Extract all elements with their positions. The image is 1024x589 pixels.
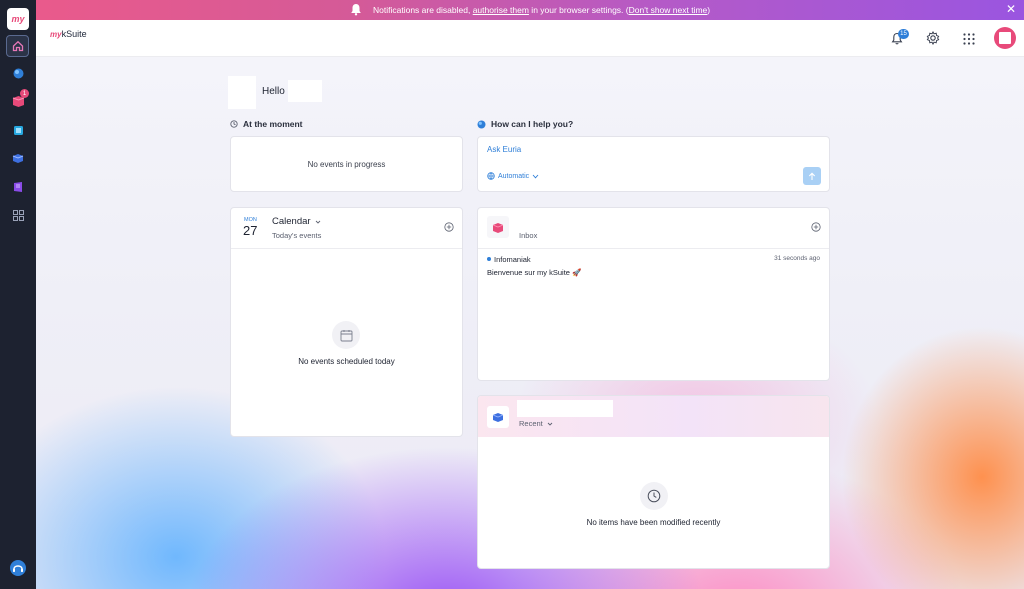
globe-icon [487,172,495,180]
mail-subject: Bienvenue sur my kSuite 🚀 [487,268,582,277]
drive-card: Recent No items have been modified recen… [477,395,830,569]
chevron-down-icon [315,220,320,224]
arrow-up-icon [808,172,816,180]
notification-banner: Notifications are disabled, authorise th… [0,0,1024,20]
clock-icon [647,489,661,503]
unread-dot [487,257,491,261]
mail-subtitle: Inbox [519,231,538,240]
calendar-day: 27 [243,223,258,238]
calendar-subtitle: Today's events [272,231,322,240]
apps-grid-icon [963,33,975,45]
user-name-placeholder [288,80,322,102]
send-button[interactable] [803,167,821,185]
calendar-title-dropdown[interactable]: Calendar [272,216,321,227]
ask-euria-input[interactable]: Ask Euria [487,145,521,154]
mail-time: 31 seconds ago [774,255,820,262]
banner-text: Notifications are disabled, [373,5,473,15]
drive-name-placeholder [517,400,613,417]
at-the-moment-card: No events in progress [230,136,463,192]
mode-select[interactable]: Automatic [487,172,539,180]
sidebar-item-support[interactable] [8,558,28,578]
home-icon [12,40,23,52]
mailbox-name-placeholder [517,211,637,225]
notifications-button[interactable]: 15 [891,29,909,46]
gear-icon [926,30,940,46]
sidebar: my 1 [0,0,36,589]
euria-icon [13,68,23,78]
no-events-scheduled: No events scheduled today [298,357,395,366]
notification-badge: 15 [898,29,909,39]
sidebar-item-drive[interactable] [8,148,28,168]
sidebar-item-euria[interactable] [8,63,28,83]
chevron-down-icon [532,174,539,178]
sidebar-item-office[interactable] [8,177,28,197]
assistant-card: Ask Euria Automatic [477,136,830,192]
avatar[interactable] [994,27,1016,49]
drive-empty-icon [640,482,668,510]
at-the-moment-section-title: At the moment [230,119,303,129]
clock-icon [230,120,238,128]
banner-message: Notifications are disabled, authorise th… [373,5,710,15]
mail-icon [492,222,504,233]
no-items-modified: No items have been modified recently [586,518,721,527]
assistant-section-title: How can I help you? [477,119,573,129]
add-event-icon[interactable] [444,222,454,232]
drive-view-dropdown[interactable]: Recent [519,419,553,428]
drive-subtitle: Recent [519,419,543,428]
chat-icon [13,125,23,135]
mode-label: Automatic [498,172,530,180]
top-header: mykSuite 15 [36,20,1024,57]
avatar-image [999,32,1011,44]
no-events-in-progress: No events in progress [307,160,386,169]
calendar-icon [340,329,352,341]
sidebar-item-all-apps[interactable] [8,205,28,225]
mail-sender: Infomaniak [494,255,531,264]
calendar-empty-icon [332,321,360,349]
banner-text: ) [707,5,711,15]
compose-icon[interactable] [811,222,821,232]
close-icon[interactable]: ✕ [1006,3,1016,15]
authorise-link[interactable]: authorise them [473,5,529,15]
my-logo-text: my [11,14,25,24]
drive-app-icon [487,406,509,428]
assistant-title: How can I help you? [491,119,574,129]
apps-button[interactable] [963,33,975,45]
drive-icon [492,412,504,422]
drive-card-header: Recent [478,396,829,437]
calendar-card-header: MON 27 Calendar Today's events [231,208,462,249]
support-icon [10,560,26,576]
banner-text: in your browser settings. ( [528,5,629,15]
app-logo[interactable]: mykSuite [50,29,87,39]
greeting-text: Hello [262,86,285,97]
sidebar-item-mail[interactable]: 1 [8,89,29,111]
logo-my: my [50,30,62,39]
calendar-title: Calendar [272,216,311,227]
grid-icon [12,209,24,221]
user-icon-placeholder [228,76,256,109]
chevron-down-icon [547,422,553,426]
mail-card: Inbox Infomaniak 31 seconds ago Bienvenu… [477,207,830,381]
calendar-card: MON 27 Calendar Today's events No events… [230,207,463,437]
dont-show-link[interactable]: Don't show next time [629,5,708,15]
my-ksuite-logo[interactable]: my [7,8,29,30]
drive-icon [12,153,24,163]
sidebar-item-home[interactable] [6,35,29,57]
logo-ksuite: kSuite [61,29,87,39]
bell-icon [351,4,361,16]
office-icon [14,182,22,192]
mail-app-icon [487,216,509,238]
sidebar-item-chat[interactable] [8,120,28,140]
mail-list-item[interactable]: Infomaniak 31 seconds ago Bienvenue sur … [478,252,829,282]
at-the-moment-title: At the moment [243,119,303,129]
euria-icon [477,120,486,128]
mail-badge: 1 [20,89,29,98]
settings-button[interactable] [926,30,940,46]
mail-card-header: Inbox [478,208,829,249]
dashboard: Hello At the moment No events in progres… [36,57,1024,589]
